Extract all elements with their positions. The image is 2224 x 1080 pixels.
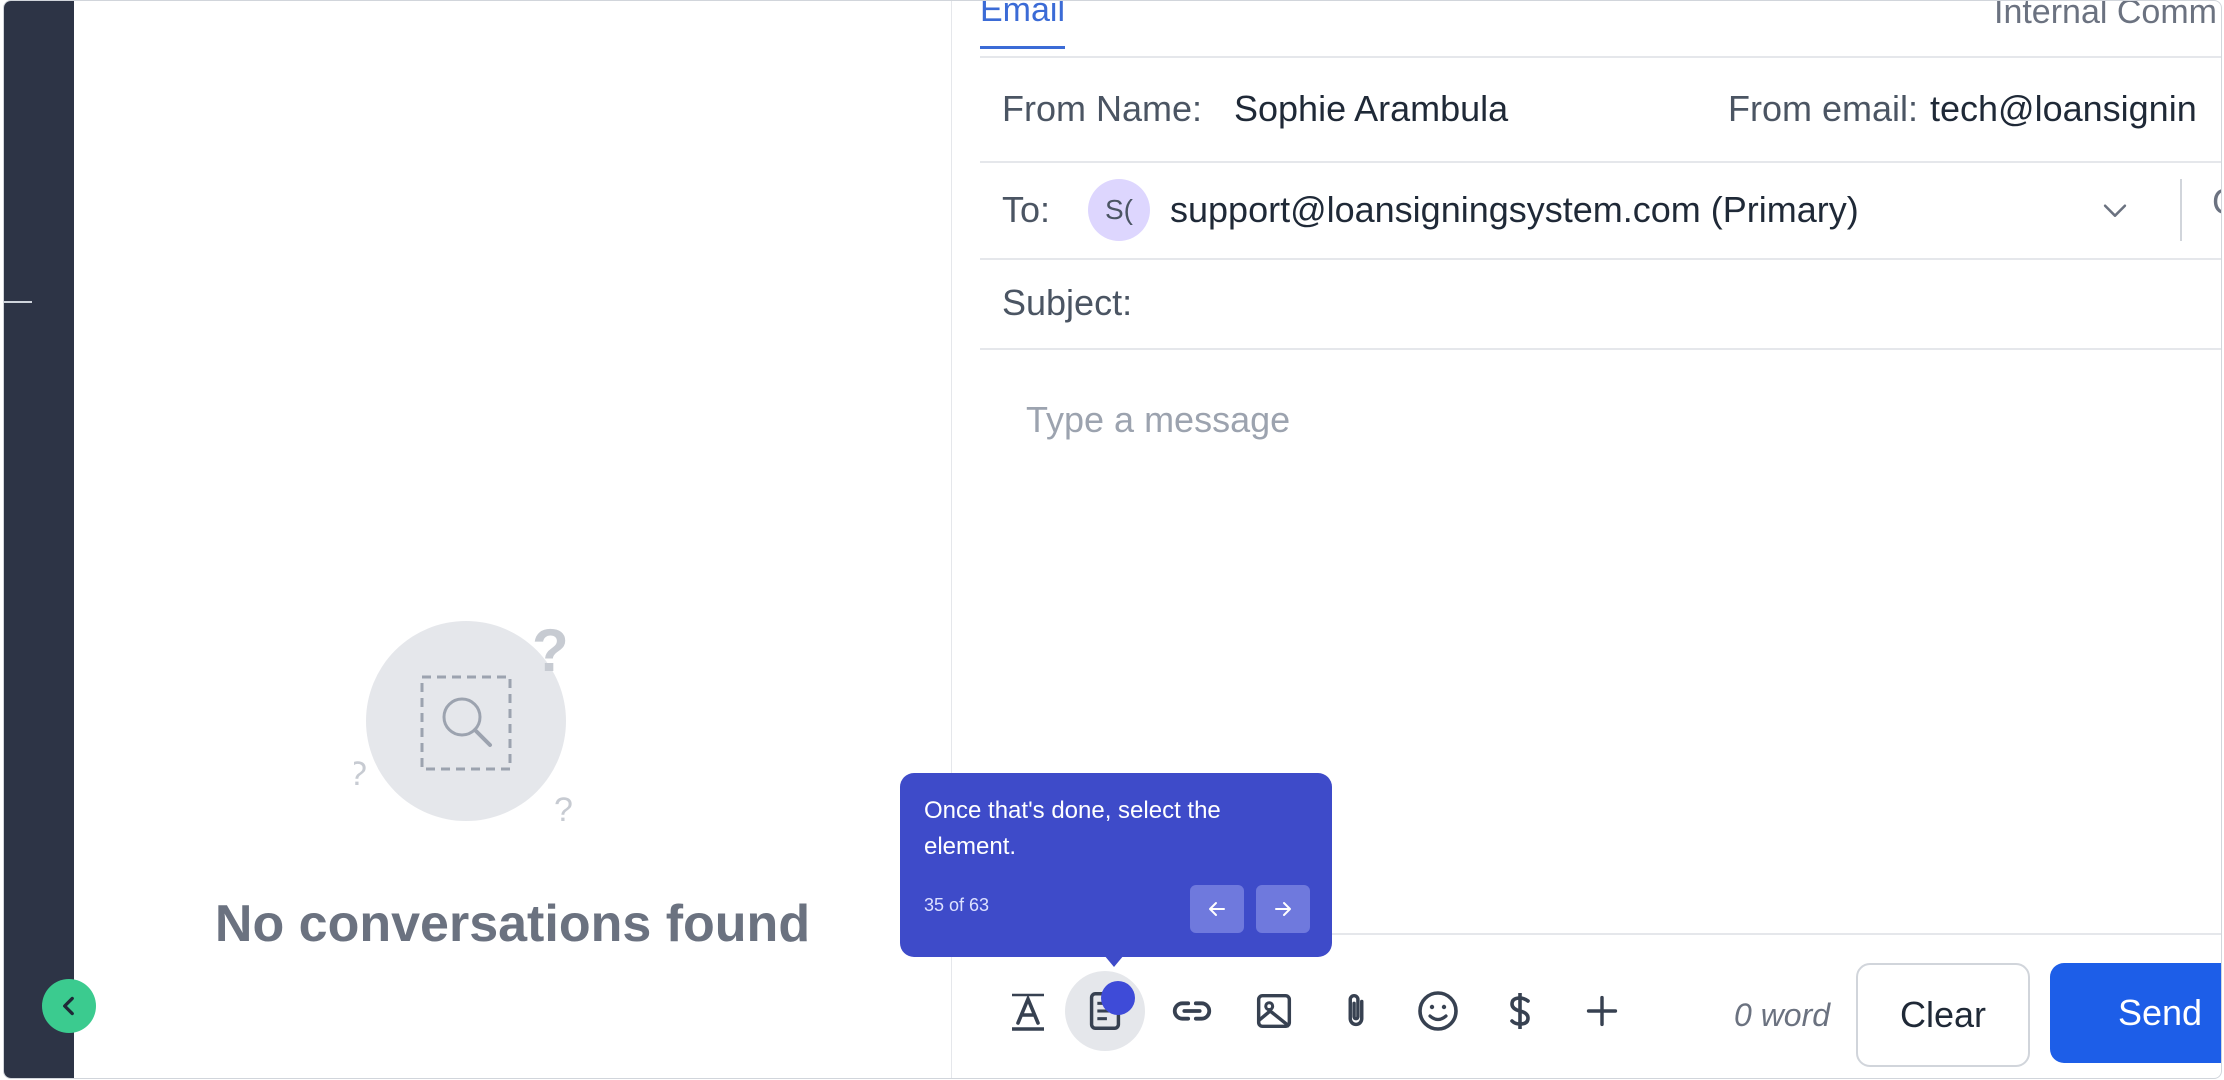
- svg-text:?: ?: [354, 755, 367, 793]
- subject-label: Subject:: [1002, 282, 1133, 323]
- image-icon[interactable]: [1248, 985, 1300, 1037]
- channel-tabs: Email Internal Comm: [980, 1, 2221, 58]
- tooltip-prev-button[interactable]: [1190, 885, 1244, 933]
- guide-tooltip: Once that's done, select the element. 35…: [900, 773, 1332, 967]
- recipient-avatar: S(: [1088, 179, 1150, 241]
- from-email-value[interactable]: tech@loansignin: [1930, 88, 2197, 130]
- tooltip-text: Once that's done, select the element.: [924, 797, 1221, 860]
- clear-button[interactable]: Clear: [1856, 963, 2030, 1067]
- sidebar: [4, 1, 74, 1078]
- tooltip-progress: 35 of 63: [924, 895, 990, 915]
- word-count: 0 word: [1734, 997, 1831, 1033]
- chevron-left-icon: [63, 996, 74, 1016]
- dollar-icon[interactable]: [1494, 985, 1546, 1037]
- subject-row[interactable]: Subject:: [980, 260, 2221, 350]
- link-icon[interactable]: [1166, 985, 1218, 1037]
- empty-state-illustration: ? ? ?: [348, 617, 604, 841]
- template-icon[interactable]: [1065, 971, 1145, 1051]
- from-name-value: Sophie Arambula: [1234, 88, 1509, 129]
- arrow-left-icon: [1209, 902, 1225, 916]
- field-divider: [2180, 179, 2182, 241]
- from-name-label: From Name:: [1002, 88, 1203, 129]
- from-row: From Name: Sophie Arambula From email: t…: [980, 56, 2221, 163]
- sidebar-divider: [4, 301, 32, 303]
- text-format-icon[interactable]: [1002, 985, 1054, 1037]
- tooltip-next-button[interactable]: [1256, 885, 1310, 933]
- message-input[interactable]: Type a message: [1026, 399, 1290, 441]
- app-frame: ? ? ? No conversations found Email Inter…: [3, 0, 2222, 1079]
- conversation-list-pane: ? ? ? No conversations found: [74, 1, 952, 1078]
- arrow-right-icon: [1275, 902, 1291, 916]
- to-recipient-select[interactable]: support@loansigningsystem.com (Primary): [1170, 189, 1859, 231]
- svg-text:?: ?: [532, 621, 569, 684]
- to-row: To: S( support@loansigningsystem.com (Pr…: [980, 163, 2221, 260]
- send-button[interactable]: Send: [2050, 963, 2221, 1063]
- plus-icon[interactable]: [1576, 985, 1628, 1037]
- attachment-icon[interactable]: [1330, 985, 1382, 1037]
- emoji-icon[interactable]: [1412, 985, 1464, 1037]
- from-email-label: From email:: [1728, 88, 1919, 129]
- cc-label[interactable]: C: [2212, 181, 2221, 223]
- svg-text:?: ?: [554, 791, 573, 829]
- chevron-down-icon[interactable]: [2098, 193, 2132, 227]
- tab-internal-comment[interactable]: Internal Comm: [1994, 1, 2217, 32]
- collapse-sidebar-button[interactable]: [42, 979, 96, 1033]
- empty-state-title: No conversations found: [214, 895, 811, 953]
- tab-email[interactable]: Email: [980, 1, 1066, 49]
- to-label: To:: [1002, 189, 1051, 230]
- tooltip-caret: [1104, 955, 1124, 967]
- highlight-dot: [1101, 981, 1135, 1015]
